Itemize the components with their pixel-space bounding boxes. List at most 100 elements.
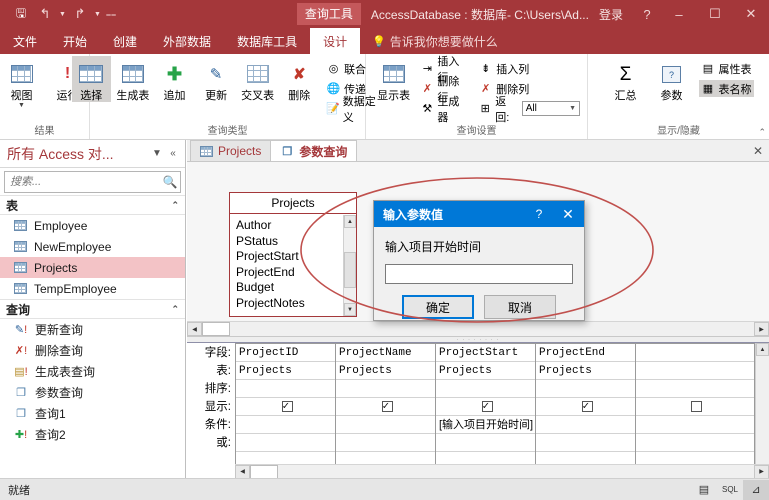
grid-cell-criteria[interactable]	[536, 416, 635, 434]
enter-parameter-value-dialog[interactable]: 输入参数值 ? ✕ 输入项目开始时间 确定 取消	[373, 200, 585, 321]
return-rows-select[interactable]: All ▼	[522, 101, 580, 116]
nav-item-projects[interactable]: Projects	[0, 257, 185, 278]
field-list-item[interactable]: Author	[236, 218, 343, 234]
grid-cell-show[interactable]	[436, 398, 535, 416]
scroll-left-icon[interactable]: ◀	[187, 322, 202, 336]
grid-cell-sort[interactable]	[336, 380, 435, 398]
maximize-icon[interactable]: ☐	[697, 0, 733, 28]
show-checkbox[interactable]	[282, 401, 293, 412]
navigation-filter-chevron-down-icon[interactable]: ▼	[149, 146, 165, 162]
undo-chevron-down-icon[interactable]: ▼	[58, 4, 67, 24]
parameters-button[interactable]: ? 参数	[650, 56, 694, 102]
parameter-value-input[interactable]	[386, 265, 572, 283]
grid-cell-or[interactable]	[236, 434, 335, 452]
builder-button[interactable]: ⚒ 生成器	[418, 100, 470, 117]
grid-cell-criteria[interactable]	[336, 416, 435, 434]
field-list-scrollbar[interactable]: ▲ ▼	[343, 215, 356, 316]
grid-cell-table[interactable]	[636, 362, 754, 380]
navigation-search-box[interactable]: 🔍	[4, 171, 181, 193]
help-icon[interactable]: ?	[633, 0, 661, 28]
show-checkbox[interactable]	[382, 401, 393, 412]
chevron-up-icon[interactable]: ⌃	[171, 304, 179, 315]
grid-vertical-scrollbar[interactable]: ▲ ▼	[755, 343, 769, 478]
close-document-icon[interactable]: ✕	[753, 144, 763, 158]
grid-cell-or[interactable]	[436, 434, 535, 452]
grid-cell-sort[interactable]	[236, 380, 335, 398]
view-button[interactable]: 视图 ▼	[0, 56, 44, 109]
nav-item-query1[interactable]: ❐ 查询1	[0, 403, 185, 424]
document-tab-projects[interactable]: Projects	[190, 140, 271, 161]
grid-column[interactable]	[636, 344, 755, 478]
nav-section-queries[interactable]: 查询 ⌃	[0, 299, 185, 319]
search-input[interactable]	[5, 175, 160, 189]
grid-cell-field[interactable]: ProjectStart	[436, 344, 535, 362]
nav-section-tables[interactable]: 表 ⌃	[0, 195, 185, 215]
datasheet-view-icon[interactable]: ▤	[691, 480, 717, 500]
show-checkbox[interactable]	[582, 401, 593, 412]
grid-cell-or[interactable]	[636, 434, 754, 452]
ribbon-tab-database-tools[interactable]: 数据库工具	[224, 28, 310, 54]
close-icon[interactable]: ✕	[733, 0, 769, 28]
field-list-item[interactable]: ProjectNotes	[236, 296, 343, 312]
grid-column[interactable]: ProjectStart Projects [输入项目开始时间]	[436, 344, 536, 478]
delete-column-button[interactable]: ✗ 删除列	[476, 80, 582, 97]
nav-item-make-table-query[interactable]: ▤! 生成表查询	[0, 361, 185, 382]
grid-cell-table[interactable]: Projects	[536, 362, 635, 380]
ribbon-tab-file[interactable]: 文件	[0, 28, 50, 54]
undo-icon[interactable]: ↰	[34, 4, 56, 24]
field-list-item[interactable]: Budget	[236, 280, 343, 296]
context-tab-query-tools[interactable]: 查询工具	[297, 3, 361, 25]
totals-button[interactable]: Σ 汇总	[604, 56, 648, 102]
nav-item-parameter-query[interactable]: ❐ 参数查询	[0, 382, 185, 403]
update-query-button[interactable]: ✎ 更新	[196, 56, 236, 102]
grid-cell-show[interactable]	[636, 398, 754, 416]
grid-cell-field[interactable]: ProjectName	[336, 344, 435, 362]
grid-cell-sort[interactable]	[536, 380, 635, 398]
make-table-query-button[interactable]: 生成表	[113, 56, 153, 102]
grid-column[interactable]: ProjectID Projects	[236, 344, 336, 478]
grid-cell-show[interactable]	[336, 398, 435, 416]
redo-icon[interactable]: ↱	[69, 4, 91, 24]
append-query-button[interactable]: ✚ 追加	[155, 56, 195, 102]
delete-query-button[interactable]: ✘ 删除	[279, 56, 319, 102]
grid-column[interactable]: ProjectEnd Projects	[536, 344, 636, 478]
ribbon-tab-design[interactable]: 设计	[310, 28, 360, 54]
diagram-horizontal-scrollbar[interactable]: ◀ ▶	[187, 321, 769, 336]
ribbon-tab-home[interactable]: 开始	[50, 28, 100, 54]
dialog-close-icon[interactable]: ✕	[552, 201, 584, 227]
scrollbar-thumb[interactable]	[344, 252, 356, 288]
dialog-help-icon[interactable]: ?	[526, 201, 552, 227]
search-icon[interactable]: 🔍	[160, 175, 180, 189]
redo-chevron-down-icon[interactable]: ▼	[93, 4, 102, 24]
scrollbar-thumb[interactable]	[250, 465, 278, 479]
insert-column-button[interactable]: ⇟ 插入列	[476, 60, 582, 77]
scroll-up-icon[interactable]: ▲	[344, 215, 356, 228]
cancel-button[interactable]: 取消	[484, 295, 556, 319]
chevron-up-icon[interactable]: ⌃	[171, 200, 179, 211]
scrollbar-track[interactable]	[344, 288, 356, 303]
grid-cell-field[interactable]	[636, 344, 754, 362]
ribbon-tab-create[interactable]: 创建	[100, 28, 150, 54]
minimize-icon[interactable]: –	[661, 0, 697, 28]
scrollbar-track[interactable]	[756, 356, 769, 465]
nav-item-delete-query[interactable]: ✗! 删除查询	[0, 340, 185, 361]
nav-item-tempemployee[interactable]: TempEmployee	[0, 278, 185, 299]
grid-cell-sort[interactable]	[636, 380, 754, 398]
ribbon-tab-external-data[interactable]: 外部数据	[150, 28, 224, 54]
collapse-navigation-pane-icon[interactable]: «	[165, 146, 181, 162]
grid-cell-sort[interactable]	[436, 380, 535, 398]
save-icon[interactable]: 🖫	[10, 4, 32, 24]
customize-qat-icon[interactable]: ⩵	[104, 4, 118, 24]
property-sheet-button[interactable]: ▤ 属性表	[699, 60, 754, 77]
grid-cell-table[interactable]: Projects	[336, 362, 435, 380]
select-query-button[interactable]: 选择	[72, 56, 112, 102]
return-rows-control[interactable]: ⊞ 返回: All ▼	[476, 100, 582, 117]
design-view-icon[interactable]: ⊿	[743, 480, 769, 500]
grid-cell-criteria[interactable]	[236, 416, 335, 434]
grid-cell-or[interactable]	[536, 434, 635, 452]
grid-cell-or[interactable]	[336, 434, 435, 452]
show-checkbox[interactable]	[691, 401, 702, 412]
nav-item-employee[interactable]: Employee	[0, 215, 185, 236]
field-list-item[interactable]: ProjectEnd	[236, 265, 343, 281]
collapse-ribbon-icon[interactable]: ⌃	[758, 127, 766, 138]
